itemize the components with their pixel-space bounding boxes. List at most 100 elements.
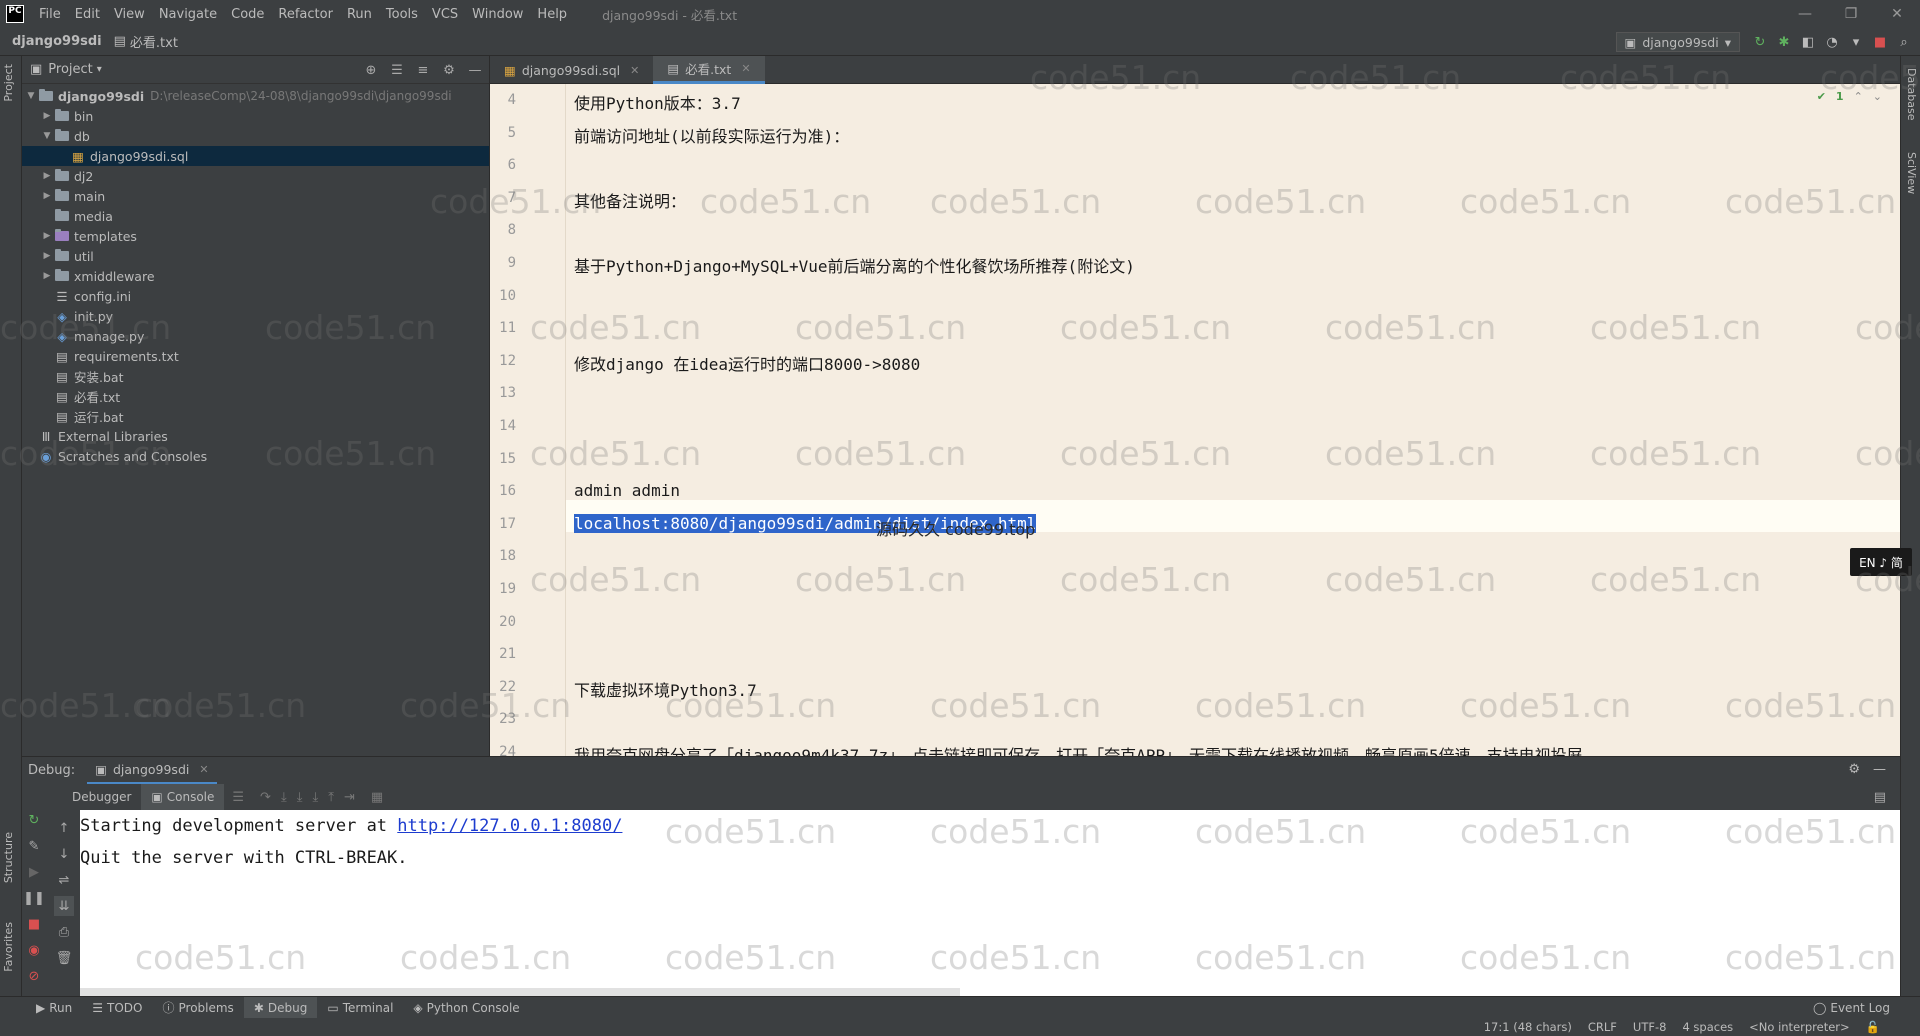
chevron-up-icon[interactable]: ⌃ [1854,90,1863,103]
tool-debug[interactable]: ✱ Debug [243,996,318,1019]
gear-icon[interactable]: ⚙ [1848,762,1860,777]
project-view-selector[interactable]: Project [48,62,92,77]
line-separator[interactable]: CRLF [1588,1020,1617,1034]
layout-icon[interactable]: ▤ [1874,790,1886,805]
inspection-widget[interactable]: ✔ 1 ⌃ ⌄ [1817,90,1882,103]
menu-help[interactable]: Help [530,7,574,22]
locate-icon[interactable]: ⊕ [363,60,379,80]
close-icon[interactable]: ✕ [1874,0,1920,28]
tree-item-requirements-txt[interactable]: ▤ requirements.txt [22,346,489,366]
close-icon[interactable]: ✕ [741,62,750,75]
more-run-chevron-icon[interactable]: ▾ [1848,32,1864,52]
menu-file[interactable]: File [32,7,68,22]
chevron-right-icon[interactable]: ▶ [40,271,54,281]
indent-setting[interactable]: 4 spaces [1682,1020,1733,1034]
project-side-tab[interactable]: Project [2,64,15,102]
debug-config-tab[interactable]: ▣ django99sdi ✕ [87,757,217,785]
tool-problems[interactable]: ⓘ Problems [152,997,243,1019]
chevron-down-icon[interactable]: ▼ [40,131,54,141]
list-icon[interactable]: ☰ [232,790,244,805]
tool-terminal[interactable]: ▭ Terminal [317,997,403,1019]
trash-icon[interactable]: 🗑 [54,948,74,968]
menu-run[interactable]: Run [340,7,379,22]
chevron-down-icon[interactable]: ▾ [97,64,102,75]
horizontal-scrollbar[interactable] [80,988,960,996]
tool-python-console[interactable]: ◈ Python Console [403,997,529,1019]
tree-item-dj2[interactable]: ▶ dj2 [22,166,489,186]
tool-todo[interactable]: ☰ TODO [82,997,152,1019]
force-step-into-icon[interactable]: ⤓ [312,790,318,805]
chevron-right-icon[interactable]: ▶ [40,171,54,181]
menu-view[interactable]: View [107,7,152,22]
menu-refactor[interactable]: Refactor [271,7,340,22]
chevron-right-icon[interactable]: ▶ [40,231,54,241]
python-interpreter[interactable]: <No interpreter> [1749,1020,1850,1034]
tree-item-install-bat[interactable]: ▤ 安装.bat [22,366,489,386]
tree-item-main[interactable]: ▶ main [22,186,489,206]
chevron-down-icon[interactable]: ⌄ [1873,90,1882,103]
hide-icon[interactable]: — [467,60,483,80]
breadcrumb-project[interactable]: django99sdi [0,34,102,49]
file-encoding[interactable]: UTF-8 [1633,1020,1667,1034]
maximize-icon[interactable]: ❐ [1828,0,1874,28]
tree-item-init-py[interactable]: ◈ init.py [22,306,489,326]
search-icon[interactable]: ⌕ [1896,32,1912,52]
event-log-button[interactable]: ◯ Event Log [1813,997,1890,1019]
run-config-selector[interactable]: ▣ django99sdi ▾ [1615,32,1740,52]
menu-vcs[interactable]: VCS [425,7,465,22]
tree-item-readme-txt[interactable]: ▤ 必看.txt [22,386,489,406]
view-breakpoints-icon[interactable]: ◉ [24,940,44,960]
tree-item-bin[interactable]: ▶ bin [22,106,489,126]
caret-position[interactable]: 17:1 (48 chars) [1484,1020,1572,1034]
tree-item-manage-py[interactable]: ◈ manage.py [22,326,489,346]
code-editor[interactable]: 4 5 6 7 8 9 10 11 12 13 14 15 16 17 18 19 20 21 22 23 24 使用P… [490,84,1900,756]
tab-debugger[interactable]: Debugger [62,784,141,810]
tree-root[interactable]: ▼ django99sdi D:\releaseComp\24-08\8\dja… [22,86,489,106]
chevron-right-icon[interactable]: ▶ [40,251,54,261]
tree-item-util[interactable]: ▶ util [22,246,489,266]
menu-window[interactable]: Window [465,7,530,22]
profile-icon[interactable]: ◔ [1824,32,1840,52]
tree-item-scratches[interactable]: ◉ Scratches and Consoles [22,446,489,466]
console-output[interactable]: Starting development server at http://12… [80,810,1900,996]
debug-bug-icon[interactable]: ✱ [1776,32,1792,52]
structure-side-tab[interactable]: Structure [2,832,15,883]
step-into-icon[interactable]: ⤓ [281,790,287,805]
collapse-all-icon[interactable]: ≡ [415,60,431,80]
expand-all-icon[interactable]: ☰ [389,60,405,80]
tree-item-run-bat[interactable]: ▤ 运行.bat [22,406,489,426]
menu-navigate[interactable]: Navigate [152,7,224,22]
server-url-link[interactable]: http://127.0.0.1:8080/ [397,816,622,836]
menu-code[interactable]: Code [224,7,271,22]
gear-icon[interactable]: ⚙ [441,60,457,80]
scroll-up-icon[interactable]: ↑ [54,818,74,838]
ime-indicator[interactable]: EN ♪ 简 [1850,548,1912,576]
mute-breakpoints-icon[interactable]: ⊘ [24,966,44,986]
stop-icon[interactable]: ■ [1872,32,1888,52]
menu-edit[interactable]: Edit [68,7,107,22]
database-side-tab[interactable]: Database [1905,68,1918,121]
tree-item-media[interactable]: media [22,206,489,226]
evaluate-icon[interactable]: ▦ [371,790,383,805]
chevron-right-icon[interactable]: ▶ [40,191,54,201]
menu-tools[interactable]: Tools [379,7,425,22]
scroll-to-end-icon[interactable]: ⇊ [54,896,74,916]
tree-item-external-libraries[interactable]: Ⅲ External Libraries [22,426,489,446]
stop-icon[interactable]: ■ [24,914,44,934]
tab-readme-txt[interactable]: ▤ 必看.txt ✕ [653,56,765,84]
resume-icon[interactable]: ▶ [24,862,44,882]
tree-item-db[interactable]: ▼ db [22,126,489,146]
chevron-down-icon[interactable]: ▼ [24,91,38,101]
step-into-my-code-icon[interactable]: ⤓ [297,790,303,805]
scroll-down-icon[interactable]: ↓ [54,844,74,864]
soft-wrap-icon[interactable]: ⇌ [54,870,74,890]
favorites-side-tab[interactable]: Favorites [2,922,15,972]
step-out-icon[interactable]: ⤒ [328,790,334,805]
run-to-cursor-icon[interactable]: ⇥ [344,790,355,805]
tree-item-templates[interactable]: ▶ templates [22,226,489,246]
breadcrumb-file[interactable]: ▤ 必看.txt [102,32,178,51]
tree-item-django99sdi-sql[interactable]: ▦ django99sdi.sql [22,146,489,166]
step-over-icon[interactable]: ↷ [260,790,271,805]
close-icon[interactable]: ✕ [630,64,639,77]
rerun-icon[interactable]: ↻ [1752,32,1768,52]
